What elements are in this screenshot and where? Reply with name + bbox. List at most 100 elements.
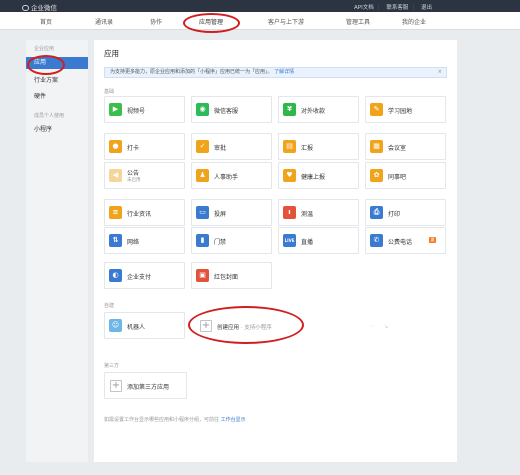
api-docs-link[interactable]: API文档 — [354, 5, 374, 11]
app-icon: ✆ — [370, 234, 383, 247]
app-icon: ▭ — [196, 206, 209, 219]
app-card[interactable]: ◐ 企业支付 — [104, 262, 185, 289]
app-card[interactable]: ▮ 门禁 — [191, 227, 272, 254]
app-icon: ♟ — [196, 169, 209, 182]
app-name: 健康上报 — [301, 174, 326, 181]
sidebar-group-personal: 成员个人使用 — [34, 113, 65, 119]
app-card[interactable]: ♥ 健康上报 — [278, 162, 359, 189]
nav-contacts[interactable]: 通讯录 — [95, 17, 113, 26]
app-name: 对外收款 — [301, 108, 326, 115]
notice-link[interactable]: 了解详情 — [274, 69, 294, 75]
app-card[interactable]: ▤ 汇报 — [278, 133, 359, 160]
app-card[interactable]: ✓ 审批 — [191, 133, 272, 160]
app-card[interactable]: ◀ 公告 未启用 — [104, 162, 185, 189]
app-icon: ⇅ — [109, 234, 122, 247]
nav-collaboration[interactable]: 协作 — [150, 17, 162, 26]
separator: | — [377, 5, 380, 11]
app-icon: ▤ — [283, 140, 296, 153]
app-icon: ▶ — [109, 103, 122, 116]
plus-icon: + — [110, 380, 122, 392]
app-card-robot[interactable]: ☺ 机器人 — [104, 312, 185, 339]
add-third-party-card[interactable]: + 添加第三方应用 — [104, 372, 187, 399]
app-card[interactable]: ¥ 对外收款 — [278, 96, 359, 123]
app-name: 打卡 — [127, 145, 140, 152]
sidebar-item-miniprogram[interactable]: 小程序 — [26, 124, 88, 136]
app-name: 人事助手 — [214, 174, 239, 181]
app-icon: ♥ — [283, 169, 296, 182]
app-name: 汇报 — [301, 145, 314, 152]
app-icon: ✎ — [370, 103, 383, 116]
app-icon: ı — [283, 206, 296, 219]
main-nav: 首页 通讯录 协作 应用管理 客户与上下游 管理工具 我的企业 — [0, 12, 520, 30]
annotation-circle-sidebar — [27, 55, 65, 75]
notice-banner: 为支持更多能力，原企业应用和添加的「小程序」应用已统一为「应用」。 了解详情 × — [104, 67, 447, 78]
app-name: 公告 — [127, 170, 140, 177]
app-icon: ▦ — [370, 140, 383, 153]
section-title-custom: 自建 — [104, 303, 115, 309]
app-name: 会议室 — [388, 145, 407, 152]
app-name: 企业支付 — [127, 274, 152, 281]
app-icon: ◐ — [109, 269, 122, 282]
app-card[interactable]: ▣ 红包封面 — [191, 262, 272, 289]
app-icon: ▮ — [196, 234, 209, 247]
nav-my-company[interactable]: 我的企业 — [402, 17, 426, 26]
app-name: 红包封面 — [214, 274, 239, 281]
logout-link[interactable]: 退出 — [421, 5, 432, 11]
app-card[interactable]: ⎙ 打印 — [365, 199, 446, 226]
separator: | — [412, 5, 415, 11]
annotation-circle-nav — [183, 13, 240, 33]
app-name: 审批 — [214, 145, 227, 152]
workbench-display-link[interactable]: 工作台显示 — [221, 417, 246, 423]
app-name: 打印 — [388, 211, 401, 218]
app-card[interactable]: ♟ 人事助手 — [191, 162, 272, 189]
nav-home[interactable]: 首页 — [40, 17, 52, 26]
misc-mark: ◦ — [370, 324, 373, 330]
app-card[interactable]: ▭ 投屏 — [191, 199, 272, 226]
contact-service-link[interactable]: 联系客服 — [386, 5, 408, 11]
app-status: 未启用 — [127, 178, 141, 183]
app-icon: LIVE — [283, 234, 296, 247]
page-title: 应用 — [104, 49, 119, 58]
app-card[interactable]: ✎ 学习园地 — [365, 96, 446, 123]
top-links: API文档 | 联系客服 | 退出 — [349, 3, 432, 11]
app-name: 机器人 — [127, 324, 146, 331]
discount-badge: 惠 — [429, 237, 436, 243]
app-card[interactable]: ✿ 同事吧 — [365, 162, 446, 189]
sidebar-item-industry[interactable]: 行业方案 — [26, 75, 88, 87]
app-card[interactable]: ✆ 公费电话 惠 — [365, 227, 446, 254]
chat-bubble-icon — [22, 5, 29, 11]
app-card[interactable]: ▦ 会议室 — [365, 133, 446, 160]
app-card[interactable]: ı 测温 — [278, 199, 359, 226]
app-card[interactable]: ≡ 行业资讯 — [104, 199, 185, 226]
app-card[interactable]: ▶ 视频号 — [104, 96, 185, 123]
app-name: 投屏 — [214, 211, 227, 218]
app-icon: ≡ — [109, 206, 122, 219]
nav-admin-tools[interactable]: 管理工具 — [346, 17, 370, 26]
app-card[interactable]: LIVE 直播 — [278, 227, 359, 254]
app-name: 行业资讯 — [127, 211, 152, 218]
brand-name: 企业微信 — [31, 4, 57, 12]
notice-text: 为支持更多能力，原企业应用和添加的「小程序」应用已统一为「应用」。 — [110, 69, 273, 75]
app-name: 学习园地 — [388, 108, 413, 115]
brand-logo[interactable]: 企业微信 — [22, 2, 57, 12]
nav-customers[interactable]: 客户与上下游 — [268, 17, 304, 26]
footer-note: 如需设置工作台显示哪些应用和小程序分组，可前往 工作台显示 — [104, 416, 246, 423]
app-icon: ● — [109, 140, 122, 153]
sidebar-item-hardware[interactable]: 硬件 — [26, 91, 88, 103]
app-name: 直播 — [301, 239, 314, 246]
app-card[interactable]: ◉ 微信客服 — [191, 96, 272, 123]
robot-icon: ☺ — [109, 319, 122, 332]
misc-mark: ↘ — [384, 324, 389, 330]
app-icon: ✓ — [196, 140, 209, 153]
app-name: 测温 — [301, 211, 314, 218]
add-third-party-label: 添加第三方应用 — [127, 384, 170, 391]
app-icon: ✿ — [370, 169, 383, 182]
section-title-third-party: 第三方 — [104, 363, 120, 369]
app-icon: ◀ — [109, 169, 122, 182]
footer-text: 如需设置工作台显示哪些应用和小程序分组，可前往 — [104, 417, 220, 423]
app-card[interactable]: ⇅ 网络 — [104, 227, 185, 254]
app-name: 视频号 — [127, 108, 146, 115]
app-card[interactable]: ● 打卡 — [104, 133, 185, 160]
top-bar: 企业微信 API文档 | 联系客服 | 退出 — [0, 0, 520, 12]
close-icon[interactable]: × — [438, 68, 442, 77]
